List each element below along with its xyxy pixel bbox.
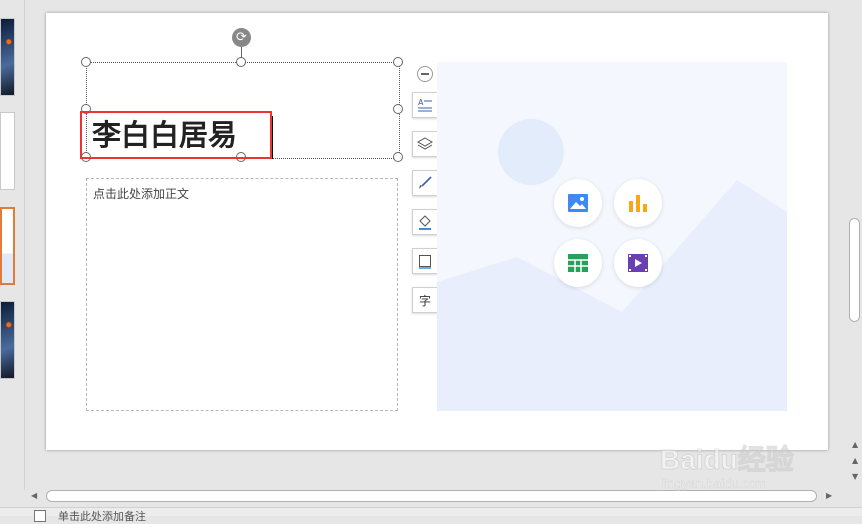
scroll-page-up-icon[interactable]: ▲ <box>852 456 858 465</box>
placeholder-illustration <box>437 119 787 411</box>
border-button[interactable] <box>412 248 438 274</box>
slide-thumbnail[interactable] <box>0 112 15 190</box>
notes-checkbox[interactable] <box>34 510 46 522</box>
baidu-watermark: Baidu经验 jingyan.baidu.com <box>660 438 835 498</box>
video-icon <box>628 254 648 272</box>
scroll-down-icon[interactable]: ▼ <box>852 472 858 481</box>
watermark-logo: Baidu经验 <box>660 444 795 476</box>
layers-icon <box>417 137 433 150</box>
slide-thumbnail-panel <box>0 0 25 490</box>
resize-handle[interactable] <box>393 152 403 162</box>
resize-handle[interactable] <box>236 57 246 67</box>
slide-thumbnail-active[interactable] <box>0 207 15 285</box>
media-placeholder[interactable] <box>437 62 787 411</box>
table-icon <box>568 254 588 272</box>
watermark-url: jingyan.baidu.com <box>662 476 767 492</box>
fill-bucket-icon <box>419 215 431 230</box>
slide-canvas[interactable]: ⟳ 李白白居易 点击此处添加正文 A 字 <box>46 13 828 450</box>
svg-text:A: A <box>418 98 424 107</box>
rotate-handle-icon[interactable]: ⟳ <box>232 28 251 47</box>
insert-video-button[interactable] <box>614 239 662 287</box>
resize-handle[interactable] <box>393 104 403 114</box>
insert-chart-button[interactable] <box>614 179 662 227</box>
scroll-left-icon[interactable]: ◀ <box>31 491 37 500</box>
vertical-scrollbar-thumb[interactable] <box>849 218 860 322</box>
chart-icon <box>629 195 647 212</box>
fill-button[interactable] <box>412 209 438 235</box>
text-fit-icon: A <box>418 98 432 112</box>
font-button[interactable]: 字 <box>412 287 438 313</box>
brush-button[interactable] <box>412 170 438 196</box>
body-placeholder[interactable]: 点击此处添加正文 <box>86 178 398 411</box>
text-caret <box>272 116 273 159</box>
notes-label[interactable]: 单击此处添加备注 <box>58 508 146 524</box>
resize-handle[interactable] <box>393 57 403 67</box>
insert-picture-button[interactable] <box>554 179 602 227</box>
layers-button[interactable] <box>412 131 438 157</box>
collapse-toolbar-button[interactable] <box>417 66 433 82</box>
font-icon: 字 <box>418 293 431 308</box>
slide-thumbnail[interactable] <box>0 301 15 379</box>
brush-icon <box>419 176 432 189</box>
slide-thumbnail[interactable] <box>0 18 15 96</box>
scroll-up-icon[interactable]: ▲ <box>852 440 858 449</box>
resize-handle[interactable] <box>81 57 91 67</box>
insert-table-button[interactable] <box>554 239 602 287</box>
picture-icon <box>568 194 588 212</box>
title-text-input[interactable]: 李白白居易 <box>80 111 272 159</box>
body-placeholder-text: 点击此处添加正文 <box>93 187 190 201</box>
text-fit-button[interactable]: A <box>412 92 438 118</box>
border-icon <box>419 255 431 269</box>
